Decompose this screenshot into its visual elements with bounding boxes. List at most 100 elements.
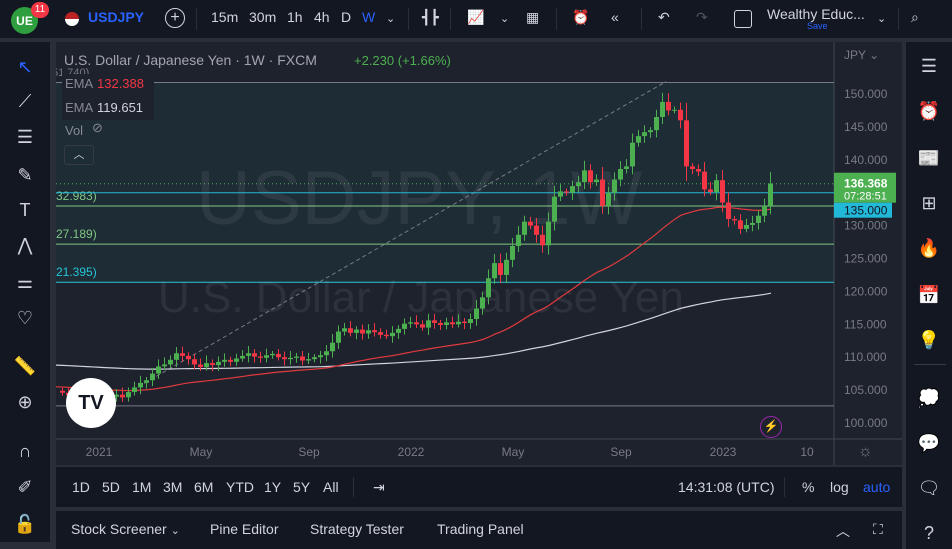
heart-icon[interactable]: ♡ bbox=[12, 305, 38, 331]
utc-clock[interactable]: 14:31:08 (UTC) bbox=[678, 479, 774, 495]
candle-body bbox=[294, 356, 299, 358]
range-3m[interactable]: 3M bbox=[163, 479, 182, 495]
tab-strategy-tester[interactable]: Strategy Tester bbox=[310, 521, 404, 537]
percent-toggle[interactable]: % bbox=[802, 479, 814, 495]
candle-body bbox=[558, 191, 563, 197]
cursor-icon[interactable]: ↖ bbox=[12, 54, 38, 80]
range-1d[interactable]: 1D bbox=[72, 479, 90, 495]
candle-body bbox=[420, 324, 425, 328]
fib-level-label: 21.395) bbox=[56, 265, 97, 279]
candle bbox=[180, 346, 185, 362]
watchlist-icon[interactable]: ☰ bbox=[916, 53, 942, 79]
news-icon[interactable]: 📰 bbox=[916, 145, 942, 171]
tab-pine-editor[interactable]: Pine Editor bbox=[210, 521, 278, 537]
candle-body bbox=[552, 196, 557, 222]
interval-15m[interactable]: 15m bbox=[211, 9, 238, 25]
brush-icon[interactable]: ✎ bbox=[12, 162, 38, 188]
interval-d[interactable]: D bbox=[341, 9, 351, 25]
range-ytd[interactable]: YTD bbox=[226, 479, 254, 495]
symbol-search-button[interactable]: USDJPY bbox=[88, 9, 144, 25]
candle-body bbox=[138, 382, 143, 388]
redo-icon[interactable]: ↷ bbox=[696, 9, 708, 26]
candle bbox=[294, 352, 299, 363]
range-all[interactable]: All bbox=[323, 479, 339, 495]
collapse-legend-button[interactable]: ︿ bbox=[64, 145, 94, 165]
ruler-icon[interactable]: 📏 bbox=[12, 353, 38, 379]
range-5y[interactable]: 5Y bbox=[293, 479, 310, 495]
auto-toggle[interactable]: auto bbox=[863, 479, 890, 495]
chart-settings-icon[interactable]: ☼ bbox=[858, 443, 873, 461]
interval-1h[interactable]: 1h bbox=[287, 9, 303, 25]
candle-body bbox=[354, 329, 359, 333]
ema-slow-label: EMA bbox=[65, 100, 94, 115]
messages-icon[interactable]: 🗨 bbox=[916, 475, 942, 501]
interval-30m[interactable]: 30m bbox=[249, 9, 276, 25]
save-button[interactable]: Save bbox=[807, 21, 828, 31]
chats-icon[interactable]: 💬 bbox=[916, 430, 942, 456]
range-1y[interactable]: 1Y bbox=[264, 479, 281, 495]
help-icon[interactable]: ? bbox=[916, 520, 942, 546]
candle-body bbox=[606, 192, 611, 206]
fullscreen-checkbox-icon[interactable] bbox=[734, 10, 752, 28]
candle-body bbox=[192, 359, 197, 365]
search-icon[interactable]: ⌕ bbox=[911, 9, 919, 26]
maximize-panel-icon[interactable]: ⛶ bbox=[873, 521, 883, 538]
add-list-icon[interactable]: ⊞ bbox=[916, 190, 942, 216]
zoom-in-icon[interactable]: ⊕ bbox=[12, 389, 38, 415]
forecast-icon[interactable]: ⚌ bbox=[12, 269, 38, 295]
goto-date-icon[interactable]: ⇥ bbox=[373, 479, 385, 496]
lock-drawing-icon[interactable]: ✐ bbox=[12, 474, 38, 500]
hotlist-fire-icon[interactable]: 🔥 bbox=[916, 235, 942, 261]
indicators-icon[interactable]: 📈 bbox=[467, 9, 484, 26]
tab-trading-panel[interactable]: Trading Panel bbox=[437, 521, 524, 537]
lightning-icon[interactable]: ⚡ bbox=[760, 416, 782, 438]
eye-hidden-icon[interactable]: ⊘ bbox=[92, 120, 103, 136]
ema-fast-label: EMA bbox=[65, 76, 94, 91]
pattern-icon[interactable]: ⋀ bbox=[12, 232, 38, 258]
chart-pane[interactable]: 32.983)27.189)21.395)51.740)USDJPY, 1WU.… bbox=[52, 42, 902, 465]
replay-icon[interactable]: « bbox=[611, 9, 619, 25]
tab-label: Stock Screener bbox=[71, 521, 167, 537]
layout-dropdown-icon[interactable]: ⌄ bbox=[877, 12, 886, 25]
us-flag-icon bbox=[65, 12, 79, 26]
currency-selector[interactable]: JPY ⌄ bbox=[844, 48, 879, 62]
chart-legend-title: U.S. Dollar / Japanese Yen · 1W · FXCM bbox=[64, 52, 317, 68]
alert-icon[interactable]: ⏰ bbox=[572, 9, 589, 26]
horizontal-lines-icon[interactable]: ☰ bbox=[12, 124, 38, 150]
candle-body bbox=[744, 224, 749, 229]
layout-name[interactable]: Wealthy Educ... bbox=[767, 6, 865, 22]
candle-type-icon[interactable]: ┫┣ bbox=[422, 9, 439, 26]
candle-body bbox=[306, 359, 311, 361]
range-5d[interactable]: 5D bbox=[102, 479, 120, 495]
interval-4h[interactable]: 4h bbox=[314, 9, 330, 25]
candle-body bbox=[300, 356, 305, 361]
date-range-bar: 1D 5D 1M 3M 6M YTD 1Y 5Y All ⇥ 14:31:08 … bbox=[56, 467, 902, 507]
range-6m[interactable]: 6M bbox=[194, 479, 213, 495]
alarm-clock-icon[interactable]: ⏰ bbox=[916, 98, 942, 124]
log-toggle[interactable]: log bbox=[830, 479, 849, 495]
candle-body bbox=[432, 320, 437, 323]
collapse-panel-icon[interactable]: ︿ bbox=[836, 521, 850, 541]
interval-dropdown-icon[interactable]: ⌄ bbox=[386, 12, 395, 25]
magnet-icon[interactable]: ∩ bbox=[12, 438, 38, 464]
price-chart[interactable]: 32.983)27.189)21.395)51.740)USDJPY, 1WU.… bbox=[52, 42, 902, 465]
tab-stock-screener[interactable]: Stock Screener ⌄ bbox=[71, 521, 180, 537]
undo-icon[interactable]: ↶ bbox=[658, 9, 670, 26]
calendar-icon[interactable]: 📅 bbox=[916, 282, 942, 308]
candle-body bbox=[564, 191, 569, 193]
text-icon[interactable]: T bbox=[12, 197, 38, 223]
tradingview-logo[interactable]: TV bbox=[66, 378, 116, 428]
add-symbol-icon[interactable]: + bbox=[165, 8, 185, 28]
trendline-icon[interactable]: ⟋ bbox=[12, 88, 38, 114]
candle-body bbox=[426, 320, 431, 328]
candle bbox=[396, 325, 401, 339]
range-1m[interactable]: 1M bbox=[132, 479, 151, 495]
lock-icon[interactable]: 🔓 bbox=[12, 511, 38, 537]
chat-cloud-icon[interactable]: 💭 bbox=[916, 385, 942, 411]
time-tick-label: 2022 bbox=[398, 445, 425, 459]
interval-w[interactable]: W bbox=[362, 9, 375, 25]
templates-icon[interactable]: ▦ bbox=[526, 9, 539, 26]
ideas-lightbulb-icon[interactable]: 💡 bbox=[916, 327, 942, 353]
candle-body bbox=[348, 328, 353, 333]
indicators-dropdown-icon[interactable]: ⌄ bbox=[500, 12, 509, 25]
